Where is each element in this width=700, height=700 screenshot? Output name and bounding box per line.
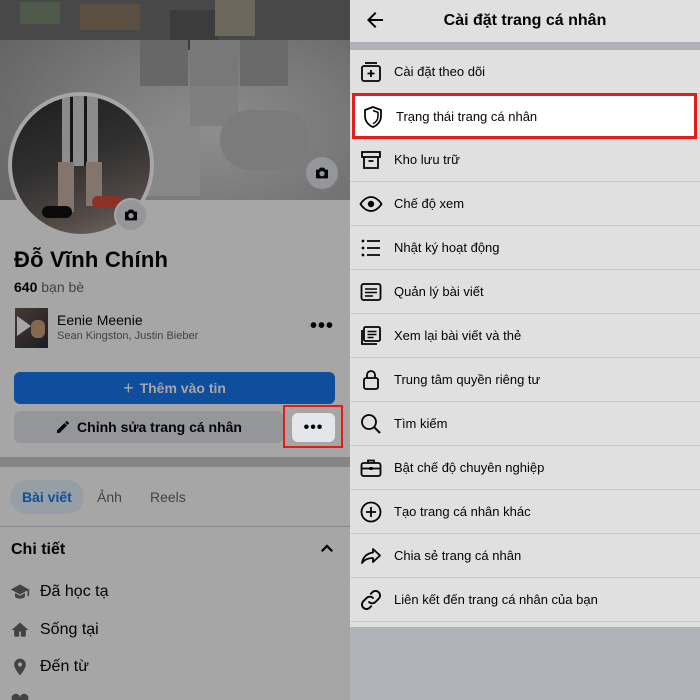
menu-item-activity-log[interactable]: Nhật ký hoạt động xyxy=(350,226,700,270)
tab-photos[interactable]: Ảnh xyxy=(97,480,122,514)
briefcase-icon xyxy=(360,459,382,477)
profile-tabs: Bài viết Ảnh Reels xyxy=(0,480,350,514)
menu-item-create-profile[interactable]: Tạo trang cá nhân khác xyxy=(350,490,700,534)
archive-icon xyxy=(361,151,381,169)
friend-count[interactable]: 640 bạn bè xyxy=(14,279,84,295)
add-to-story-button[interactable]: + Thêm vào tin xyxy=(14,372,335,404)
edit-profile-label: Chỉnh sửa trang cá nhân xyxy=(77,419,242,435)
empty-footer-area xyxy=(350,627,700,700)
lock-icon xyxy=(363,370,379,390)
menu-label: Chế độ xem xyxy=(394,196,465,211)
chevron-up-icon[interactable] xyxy=(318,540,336,558)
cover-camera-button[interactable] xyxy=(306,157,338,189)
activity-log-icon xyxy=(361,239,380,257)
menu-label: Kho lưu trữ xyxy=(394,152,460,167)
menu-item-profile-link[interactable]: Liên kết đến trang cá nhân của bạn xyxy=(350,578,700,622)
camera-icon xyxy=(125,209,137,221)
menu-item-search[interactable]: Tìm kiếm xyxy=(350,402,700,446)
manage-posts-icon xyxy=(360,283,382,301)
menu-item-view-as[interactable]: Chế độ xem xyxy=(350,182,700,226)
location-pin-icon xyxy=(14,658,26,676)
more-dots-icon: ••• xyxy=(303,418,324,436)
profile-screen: Đỗ Vĩnh Chính 640 bạn bè Eenie Meenie Se… xyxy=(0,0,350,700)
menu-label: Trung tâm quyền riêng tư xyxy=(394,372,541,387)
plus-circle-icon xyxy=(360,501,382,523)
detail-from-label: Đến từ xyxy=(40,658,89,675)
tab-reels[interactable]: Reels xyxy=(150,480,186,514)
music-title[interactable]: Eenie Meenie xyxy=(57,312,143,328)
detail-from: Đến từ xyxy=(10,655,89,679)
home-icon xyxy=(11,622,29,637)
detail-lives-in-label: Sống tại xyxy=(40,621,99,638)
menu-label: Cài đặt theo dõi xyxy=(394,64,486,79)
detail-education: Đã học tạ xyxy=(10,580,108,604)
profile-more-button-highlighted[interactable]: ••• xyxy=(292,413,335,442)
friend-count-number: 640 xyxy=(14,279,38,295)
detail-lives-in: Sống tại xyxy=(10,618,99,642)
menu-label: Tìm kiếm xyxy=(394,416,448,431)
detail-education-label: Đã học tạ xyxy=(40,583,109,600)
shield-icon xyxy=(364,106,382,128)
details-heading: Chi tiết xyxy=(11,541,66,558)
detail-more xyxy=(10,690,30,700)
heart-icon xyxy=(11,693,29,700)
music-more-icon[interactable]: ••• xyxy=(310,316,334,336)
profile-status-highlight[interactable]: Trạng thái trang cá nhân xyxy=(352,93,697,139)
header-divider xyxy=(350,42,700,50)
menu-label: Liên kết đến trang cá nhân của bạn xyxy=(394,592,598,607)
menu-item-professional-mode[interactable]: Bật chế độ chuyên nghiệp xyxy=(350,446,700,490)
settings-title: Cài đặt trang cá nhân xyxy=(443,12,607,29)
menu-label: Quản lý bài viết xyxy=(394,284,484,299)
menu-item-review-posts[interactable]: Xem lại bài viết và thẻ xyxy=(350,314,700,358)
pencil-icon xyxy=(57,421,70,433)
menu-label: Trạng thái trang cá nhân xyxy=(396,109,538,124)
eye-icon xyxy=(359,196,383,212)
add-to-story-label: Thêm vào tin xyxy=(139,380,226,396)
menu-item-privacy-center[interactable]: Trung tâm quyền riêng tư xyxy=(350,358,700,402)
link-icon xyxy=(361,590,381,610)
settings-header: Cài đặt trang cá nhân xyxy=(350,0,700,42)
music-album-art[interactable] xyxy=(15,308,48,348)
menu-label: Bật chế độ chuyên nghiệp xyxy=(394,460,545,475)
menu-item-share-profile[interactable]: Chia sẻ trang cá nhân xyxy=(350,534,700,578)
follow-settings-icon xyxy=(361,62,381,82)
profile-settings-screen: Cài đặt trang cá nhân Cài đặt theo dõi T… xyxy=(350,0,700,700)
menu-item-manage-posts[interactable]: Quản lý bài viết xyxy=(350,270,700,314)
music-artist: Sean Kingston, Justin Bieber xyxy=(57,330,199,342)
tabs-divider xyxy=(0,526,350,527)
profile-name: Đỗ Vĩnh Chính xyxy=(14,247,169,272)
review-posts-icon xyxy=(361,326,381,345)
menu-item-archive[interactable]: Kho lưu trữ xyxy=(350,138,700,182)
menu-label: Xem lại bài viết và thẻ xyxy=(394,328,522,343)
menu-label: Nhật ký hoạt động xyxy=(394,240,500,255)
section-divider xyxy=(0,457,350,467)
graduation-cap-icon xyxy=(10,584,30,599)
tab-posts[interactable]: Bài viết xyxy=(10,480,84,514)
menu-item-follow-settings[interactable]: Cài đặt theo dõi xyxy=(350,50,700,94)
share-icon xyxy=(361,548,381,564)
camera-icon xyxy=(316,167,328,179)
plus-icon: + xyxy=(123,377,134,398)
menu-label: Chia sẻ trang cá nhân xyxy=(394,548,522,563)
edit-profile-button[interactable]: Chỉnh sửa trang cá nhân xyxy=(14,411,283,443)
friend-count-label: bạn bè xyxy=(41,279,85,295)
search-icon xyxy=(361,414,381,434)
menu-label: Tạo trang cá nhân khác xyxy=(394,504,531,519)
avatar-camera-button[interactable] xyxy=(114,198,148,232)
